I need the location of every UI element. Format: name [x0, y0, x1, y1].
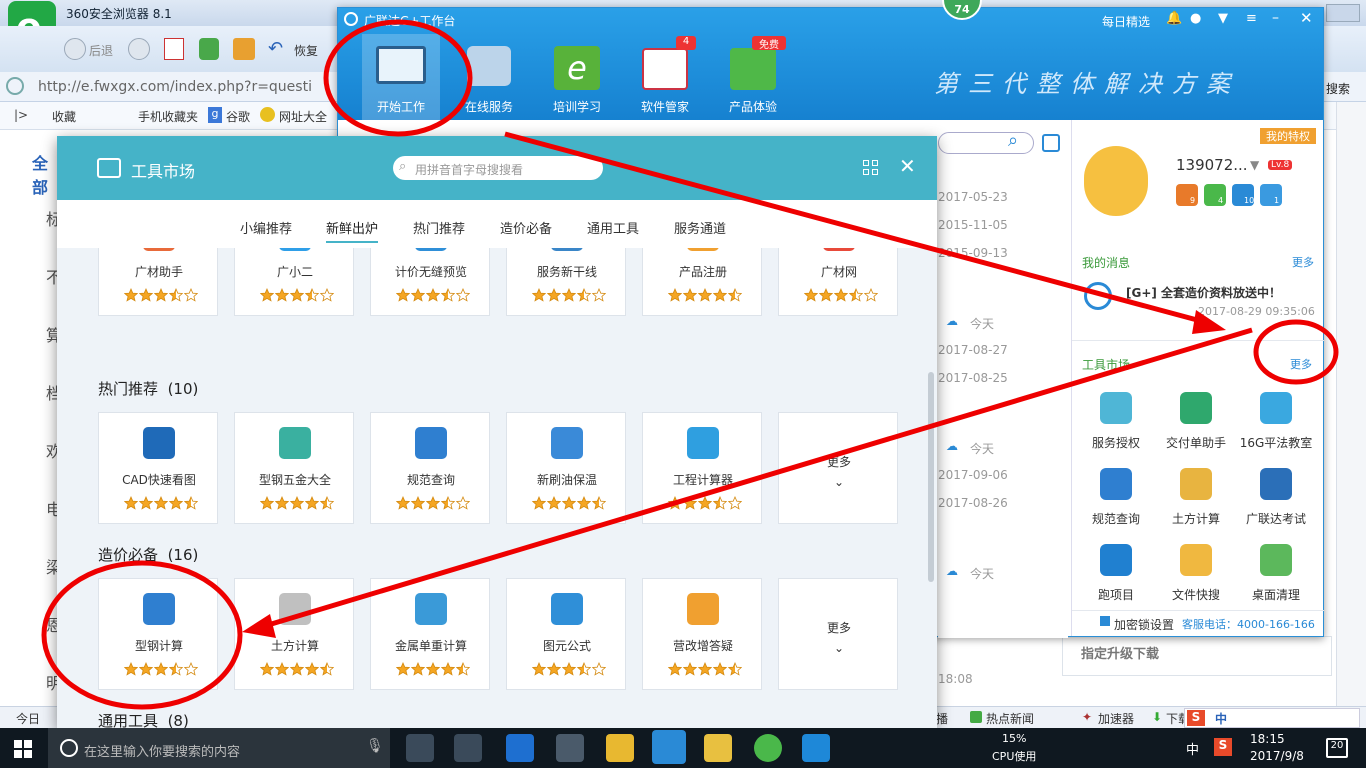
microphone-icon[interactable]: 🎙	[366, 738, 384, 754]
store-icon[interactable]	[556, 734, 584, 762]
edge-icon[interactable]	[506, 734, 534, 762]
windows-start-icon[interactable]	[14, 740, 32, 758]
clock-time[interactable]: 18:15	[1250, 732, 1285, 746]
app-icon[interactable]	[454, 734, 482, 762]
circle-more	[1253, 319, 1339, 385]
browser-task-icon[interactable]	[754, 734, 782, 762]
notes-icon[interactable]	[704, 734, 732, 762]
task-view-icon[interactable]	[406, 734, 434, 762]
clock-date[interactable]: 2017/9/8	[1250, 749, 1304, 763]
red-annotations	[41, 19, 1339, 710]
cpu-label: CPU使用	[992, 750, 1037, 763]
arrowhead-2	[242, 614, 276, 638]
tool-task-icon[interactable]	[802, 734, 830, 762]
cpu-usage: 15%	[1002, 732, 1027, 745]
notification-center-icon[interactable]: 20	[1326, 738, 1348, 758]
arrow-2	[257, 327, 1253, 631]
arrow-1	[504, 131, 1213, 327]
taskbar-search-box[interactable]: 在这里输入你要搜索的内容 🎙	[48, 728, 390, 768]
cortana-icon	[60, 739, 78, 757]
sogou-tray-icon[interactable]: S	[1214, 738, 1232, 756]
circle-steel-calc	[41, 560, 243, 710]
circle-start-work	[323, 19, 473, 137]
file-explorer-icon[interactable]	[606, 734, 634, 762]
ime-indicator[interactable]: 中	[1186, 739, 1199, 758]
gplus-task-icon[interactable]	[652, 730, 686, 764]
arrowhead-1	[1192, 310, 1226, 334]
search-placeholder: 在这里输入你要搜索的内容	[84, 745, 241, 760]
